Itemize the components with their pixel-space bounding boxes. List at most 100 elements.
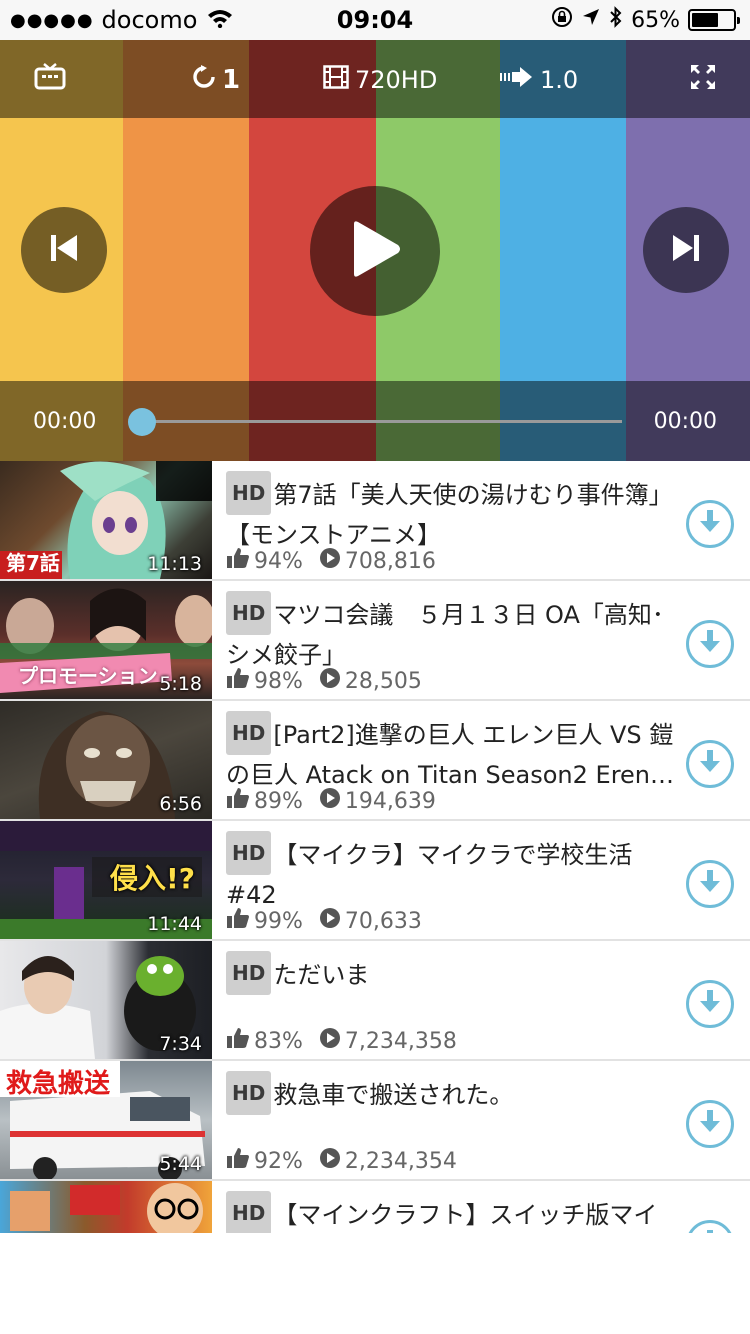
hd-badge: HD (226, 591, 272, 635)
battery-icon (688, 9, 740, 31)
play-count-icon (319, 787, 345, 815)
view-count: 194,639 (344, 788, 436, 814)
current-time: 00:00 (33, 409, 97, 434)
thumbs-up-icon (226, 787, 254, 815)
like-ratio: 89% (254, 788, 303, 814)
skip-forward-icon (670, 232, 702, 268)
video-title-text: 【マインクラフト】スイッチ版マイク (273, 1201, 658, 1229)
hd-badge: HD (226, 1071, 272, 1115)
list-item[interactable]: 7:34 HD ただいま 83% 7,234,358 (0, 941, 750, 1061)
view-count: 28,505 (344, 668, 422, 694)
download-button[interactable] (686, 1100, 734, 1148)
video-thumbnail[interactable] (0, 1181, 212, 1233)
thumbs-up-icon (226, 547, 254, 575)
list-item[interactable]: 第7話 11:13 HD 第7話「美人天使の湯けむり事件簿」【モンストアニメ】 9… (0, 461, 750, 581)
quality-label: 720HD (355, 66, 438, 94)
repeat-button[interactable]: 1 (192, 60, 240, 100)
seek-track[interactable] (142, 420, 622, 423)
battery-level (692, 13, 718, 27)
video-title-text: 【マイクラ】マイクラで学校生活 #42 (226, 841, 633, 909)
download-button[interactable] (686, 740, 734, 788)
video-duration: 5:44 (159, 1153, 202, 1175)
fullscreen-button[interactable] (690, 60, 716, 100)
video-title[interactable]: HD マツコ会議 ５月１３日 OA「高知･シメ餃子」 (226, 591, 676, 675)
video-title[interactable]: HD【マインクラフト】スイッチ版マイク (226, 1191, 676, 1233)
next-button[interactable] (643, 207, 729, 293)
speed-button[interactable]: 1.0 (500, 60, 578, 100)
video-duration: 11:13 (147, 553, 202, 575)
video-thumbnail[interactable]: 7:34 (0, 941, 212, 1059)
quality-button[interactable]: 720HD (323, 60, 437, 100)
status-right: 65% (551, 6, 740, 34)
video-title[interactable]: HD [Part2]進撃の巨人 エレン巨人 VS 鎧の巨人 Atack on Ti… (226, 711, 676, 795)
download-button[interactable] (686, 980, 734, 1028)
download-button[interactable] (686, 860, 734, 908)
download-icon (697, 1108, 723, 1140)
thumbnail-caption: プロモーション (18, 664, 158, 688)
view-count: 2,234,354 (344, 1148, 457, 1174)
skip-back-icon (48, 232, 80, 268)
rotation-lock-icon (551, 6, 573, 34)
seek-handle[interactable] (128, 408, 156, 436)
like-ratio: 83% (254, 1028, 303, 1054)
video-title[interactable]: HD ただいま (226, 951, 676, 995)
list-item[interactable]: プロモーション 5:18 HD マツコ会議 ５月１３日 OA「高知･シメ餃子」 9… (0, 581, 750, 701)
thumbnail-caption: 侵入!? (110, 862, 196, 895)
repeat-count: 1 (222, 65, 241, 95)
hd-badge: HD (226, 1191, 272, 1233)
video-title[interactable]: HD 【マイクラ】マイクラで学校生活 #42 (226, 831, 676, 915)
download-icon (697, 868, 723, 900)
play-count-icon (319, 907, 345, 935)
video-player[interactable]: 1 720HD 1.0 00:00 00:00 (0, 40, 750, 461)
video-duration: 6:56 (159, 793, 202, 815)
video-title-text: 第7話「美人天使の湯けむり事件簿」【モンストアニメ】 (226, 481, 673, 549)
play-button[interactable] (310, 186, 440, 316)
download-button[interactable] (686, 620, 734, 668)
thumbnail-caption: 救急搬送 (6, 1069, 111, 1099)
play-count-icon (319, 1027, 345, 1055)
video-thumbnail[interactable]: プロモーション 5:18 (0, 581, 212, 699)
download-button[interactable] (686, 500, 734, 548)
download-button[interactable] (686, 1220, 734, 1233)
video-title-text: マツコ会議 ５月１３日 OA「高知･シメ餃子」 (226, 601, 664, 669)
video-stats: 94% 708,816 (226, 547, 436, 575)
speed-label: 1.0 (540, 66, 579, 94)
hd-badge: HD (226, 471, 272, 515)
play-count-icon (319, 667, 345, 695)
video-thumbnail[interactable]: 第7話 11:13 (0, 461, 212, 579)
video-duration: 5:18 (159, 673, 202, 695)
video-thumbnail[interactable]: 侵入!? 11:44 (0, 821, 212, 939)
video-duration: 11:44 (147, 913, 202, 935)
list-item[interactable]: 6:56 HD [Part2]進撃の巨人 エレン巨人 VS 鎧の巨人 Atack … (0, 701, 750, 821)
total-time: 00:00 (653, 409, 717, 434)
repeat-icon (192, 64, 216, 96)
hd-badge: HD (226, 831, 272, 875)
like-ratio: 94% (254, 548, 303, 574)
video-stats: 89% 194,639 (226, 787, 436, 815)
list-item[interactable]: 侵入!? 11:44 HD 【マイクラ】マイクラで学校生活 #42 99% 70,… (0, 821, 750, 941)
hd-badge: HD (226, 951, 272, 995)
previous-button[interactable] (21, 207, 107, 293)
video-stats: 99% 70,633 (226, 907, 422, 935)
status-bar: ●●●●● docomo 09:04 65% (0, 0, 750, 40)
video-list[interactable]: 第7話 11:13 HD 第7話「美人天使の湯けむり事件簿」【モンストアニメ】 9… (0, 461, 750, 1233)
video-stats: 92% 2,234,354 (226, 1147, 457, 1175)
video-thumbnail[interactable]: 6:56 (0, 701, 212, 819)
thumbs-up-icon (226, 1147, 254, 1175)
view-count: 708,816 (344, 548, 436, 574)
download-icon (697, 508, 723, 540)
tv-icon (34, 63, 66, 97)
like-ratio: 92% (254, 1148, 303, 1174)
video-title[interactable]: HD 救急車で搬送された。 (226, 1071, 676, 1115)
video-stats: 83% 7,234,358 (226, 1027, 457, 1055)
thumbs-up-icon (226, 667, 254, 695)
video-title-text: ただいま (273, 961, 370, 989)
tv-button[interactable] (34, 60, 66, 100)
video-title[interactable]: HD 第7話「美人天使の湯けむり事件簿」【モンストアニメ】 (226, 471, 676, 555)
list-item[interactable]: HD【マインクラフト】スイッチ版マイク (0, 1181, 750, 1233)
video-title-text: 救急車で搬送された。 (273, 1081, 514, 1109)
bluetooth-icon (609, 6, 623, 34)
hd-badge: HD (226, 711, 272, 755)
video-thumbnail[interactable]: 救急搬送 5:44 (0, 1061, 212, 1179)
list-item[interactable]: 救急搬送 5:44 HD 救急車で搬送された。 92% 2,234,354 (0, 1061, 750, 1181)
